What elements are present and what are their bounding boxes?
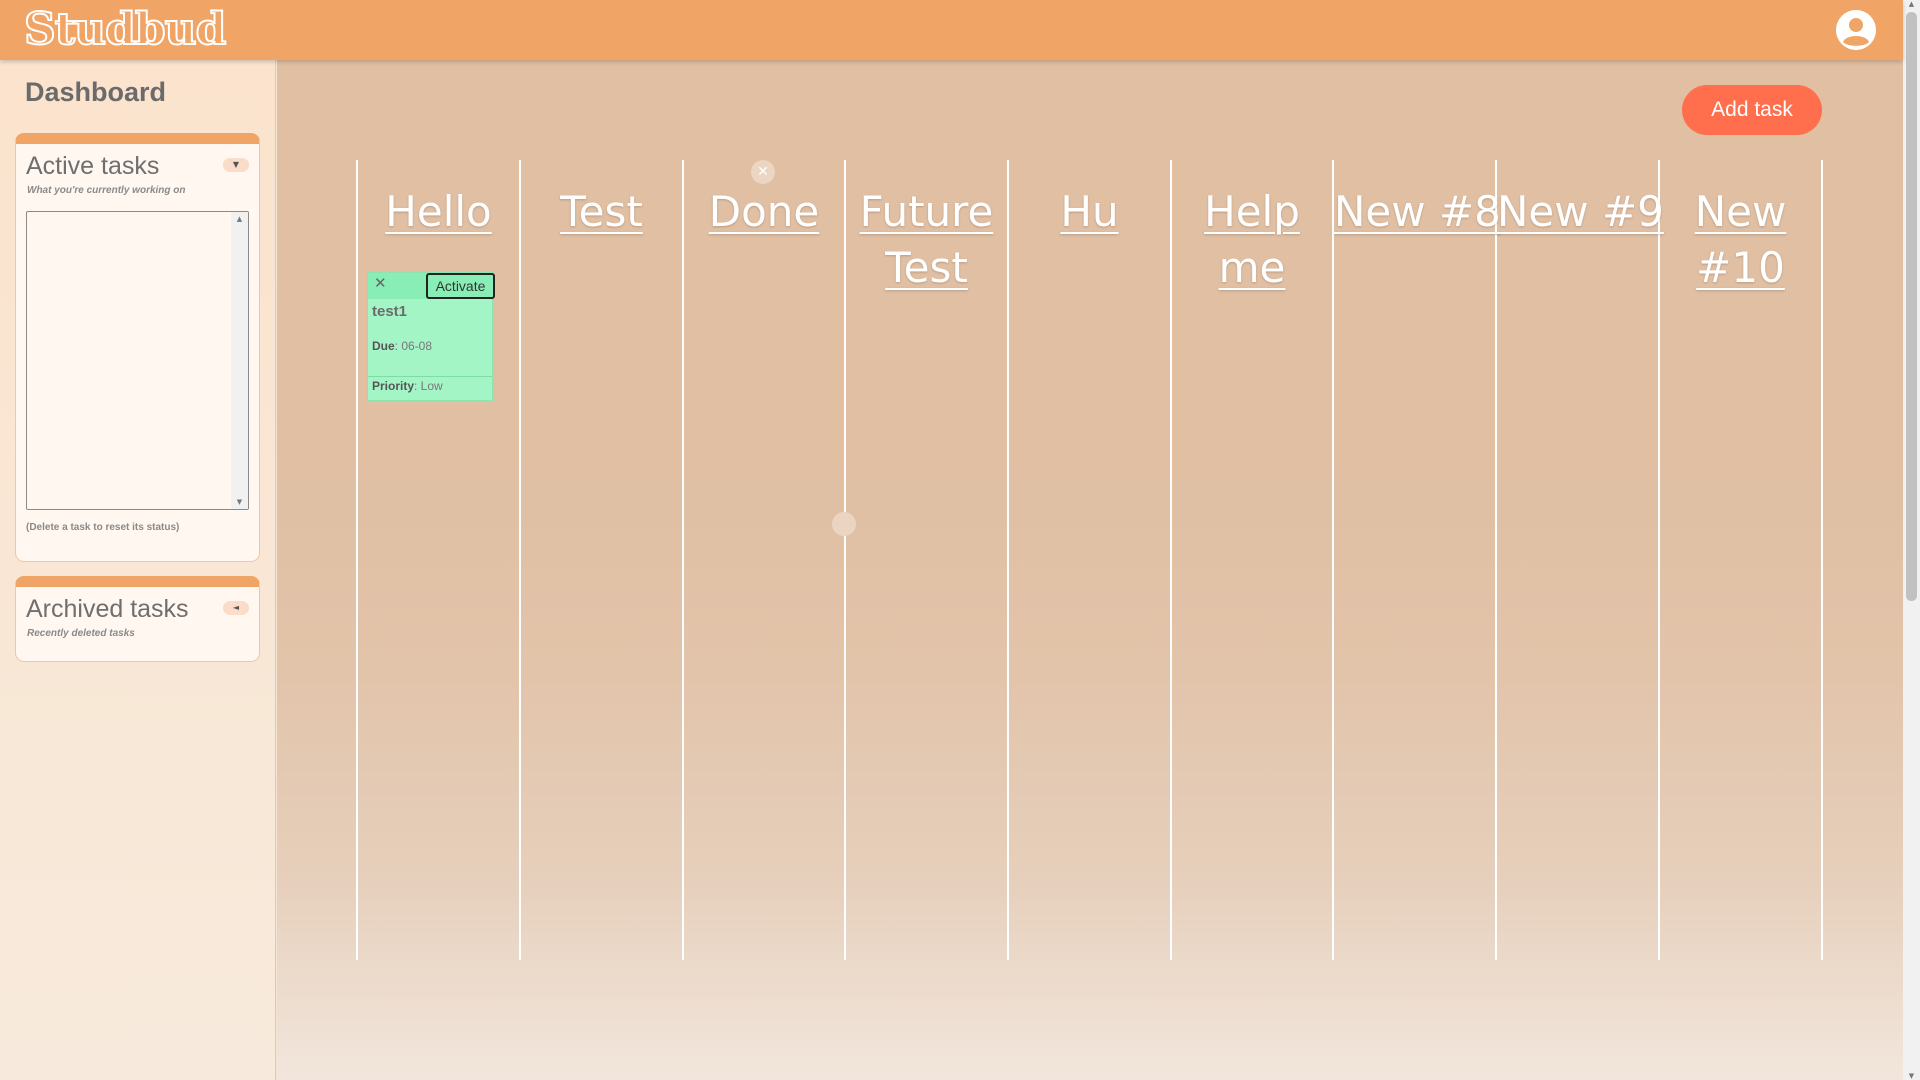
active-tasks-title: Active tasks <box>26 152 160 180</box>
close-icon[interactable]: ✕ <box>374 274 387 292</box>
add-task-button[interactable]: Add task <box>1682 85 1822 135</box>
sidebar: Dashboard Active tasks ▼ What you're cur… <box>0 60 276 1080</box>
user-circle-icon[interactable] <box>1836 10 1876 50</box>
task-due-value: : 06-08 <box>394 339 433 353</box>
column-title-new-9[interactable]: New #9 <box>1497 184 1664 240</box>
task-priority-value: : Low <box>414 379 443 393</box>
column-title-help-me[interactable]: Help me <box>1172 184 1332 296</box>
column-divider <box>356 160 358 960</box>
active-tasks-toggle[interactable]: ▼ <box>223 158 249 172</box>
task-due: Due: 06-08 <box>372 339 432 353</box>
column-title-new-8[interactable]: New #8 <box>1334 184 1501 240</box>
sidebar-title: Dashboard <box>25 77 167 107</box>
column-title-done[interactable]: Done <box>684 184 844 240</box>
column-title-hu[interactable]: Hu <box>1009 184 1170 240</box>
task-due-label: Due <box>372 339 395 353</box>
column-title-new-10[interactable]: New #10 <box>1660 184 1821 296</box>
task-card[interactable]: ✕ Activate test1 Due: 06-08 Priority: Lo… <box>367 272 495 401</box>
archived-tasks-toggle[interactable]: ◄ <box>223 601 249 615</box>
archived-tasks-subtitle: Recently deleted tasks <box>27 628 135 639</box>
archived-tasks-title: Archived tasks <box>26 595 189 623</box>
kanban-board: Add task Hello Test Done Future Test Hu … <box>277 60 1903 1080</box>
column-resize-handle[interactable] <box>832 512 856 536</box>
scroll-up-icon[interactable]: ▲ <box>231 212 248 226</box>
task-divider <box>368 376 492 377</box>
column-title-test[interactable]: Test <box>521 184 682 240</box>
active-tasks-textarea[interactable]: ▲ ▼ <box>26 211 249 510</box>
archived-tasks-panel: Archived tasks ◄ Recently deleted tasks <box>15 576 260 662</box>
textarea-scrollbar[interactable]: ▲ ▼ <box>231 212 248 509</box>
scroll-down-icon[interactable]: ▼ <box>231 495 248 509</box>
task-priority-label: Priority <box>372 379 415 393</box>
task-priority: Priority: Low <box>372 379 443 393</box>
column-divider <box>1332 160 1334 960</box>
column-divider <box>1495 160 1497 960</box>
page-scrollbar[interactable]: ▲ ▼ <box>1903 0 1920 1080</box>
page-scroll-thumb[interactable] <box>1906 12 1917 601</box>
column-title-future-test[interactable]: Future Test <box>846 184 1007 296</box>
column-title-hello[interactable]: Hello <box>358 184 519 240</box>
active-tasks-panel: Active tasks ▼ What you're currently wor… <box>15 133 260 562</box>
activate-button[interactable]: Activate <box>426 273 495 299</box>
scroll-down-icon[interactable]: ▼ <box>1903 1072 1920 1080</box>
app-logo[interactable]: Studbud <box>23 2 227 58</box>
column-delete-icon[interactable]: ✕ <box>751 160 775 184</box>
task-name: test1 <box>372 303 408 320</box>
column-divider <box>1821 160 1823 960</box>
column-divider <box>682 160 684 960</box>
column-divider <box>519 160 521 960</box>
active-tasks-footer: (Delete a task to reset its status) <box>26 522 180 533</box>
top-header: Studbud <box>0 0 1903 60</box>
column-divider <box>1007 160 1009 960</box>
active-tasks-subtitle: What you're currently working on <box>27 185 186 196</box>
scroll-up-icon[interactable]: ▲ <box>1903 0 1920 8</box>
